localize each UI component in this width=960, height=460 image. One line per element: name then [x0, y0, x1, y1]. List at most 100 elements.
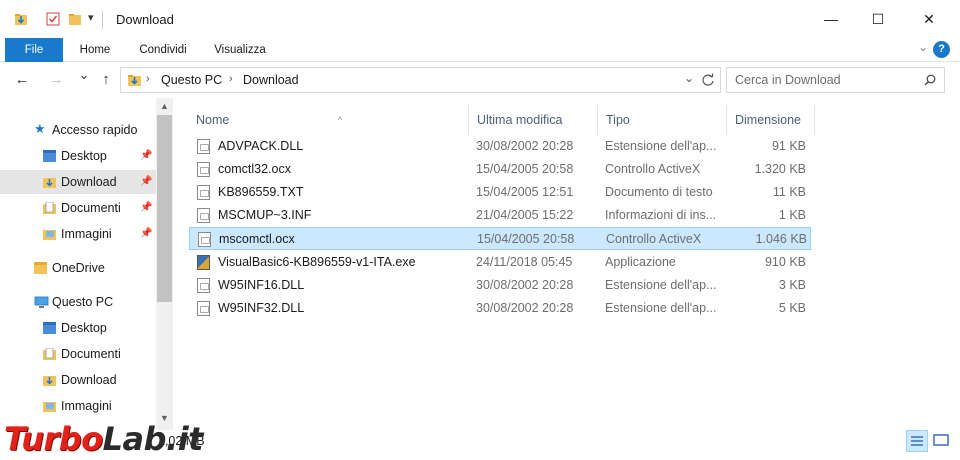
file-name: KB896559.TXT	[218, 185, 304, 199]
nav-pane-scrollbar[interactable]: ▲ ▼	[156, 98, 173, 430]
star-icon: ★	[34, 121, 46, 136]
file-name: ADVPACK.DLL	[218, 139, 304, 153]
desktop-folder-icon	[43, 322, 56, 334]
column-header-nome[interactable]: ^ Nome	[188, 105, 469, 135]
nav-item-onedrive[interactable]: OneDrive	[0, 256, 156, 280]
title-separator	[102, 11, 103, 29]
pin-icon[interactable]: 📌	[140, 170, 152, 194]
file-row-selected[interactable]: mscomctl.ocx 15/04/2005 20:58 Controllo …	[189, 227, 811, 250]
nav-item-download[interactable]: Download 📌	[0, 170, 156, 194]
file-name: mscomctl.ocx	[219, 232, 295, 246]
breadcrumb-download[interactable]: Download	[243, 73, 299, 87]
dll-file-icon	[197, 139, 210, 154]
column-header-ultima-modifica[interactable]: Ultima modifica	[469, 105, 598, 135]
refresh-icon[interactable]	[701, 73, 715, 87]
text-file-icon	[197, 185, 210, 200]
nav-item-questo-pc[interactable]: Questo PC	[0, 290, 156, 314]
watermark-part2: Lab.it	[102, 420, 204, 458]
pin-icon[interactable]: 📌	[140, 196, 152, 220]
new-folder-icon[interactable]	[68, 12, 82, 26]
breadcrumb-separator-icon[interactable]: ›	[229, 73, 233, 85]
breadcrumb-separator-icon[interactable]: ›	[146, 73, 150, 85]
watermark-part1: Turbo	[4, 420, 103, 458]
nav-item-immagini[interactable]: Immagini 📌	[0, 222, 156, 246]
tab-condividi[interactable]: Condividi	[132, 38, 194, 62]
nav-item-label: Immagini	[61, 227, 112, 241]
help-button[interactable]: ?	[933, 41, 950, 58]
tab-home[interactable]: Home	[72, 38, 118, 62]
ocx-file-icon	[198, 232, 211, 247]
search-input[interactable]	[735, 69, 915, 91]
folder-download-icon[interactable]	[14, 12, 28, 26]
file-type: Applicazione	[605, 255, 676, 269]
exe-file-icon	[197, 255, 210, 270]
inf-file-icon	[197, 208, 210, 223]
file-name: W95INF32.DLL	[218, 301, 305, 315]
download-folder-icon	[43, 376, 56, 386]
ribbon-tabs: File Home Condividi Visualizza ⌄ ?	[0, 38, 960, 62]
expand-ribbon-chevron-icon[interactable]: ⌄	[918, 40, 928, 54]
ocx-file-icon	[197, 162, 210, 177]
scroll-up-icon[interactable]: ▲	[156, 98, 173, 115]
nav-item-accesso-rapido[interactable]: ★ Accesso rapido	[0, 118, 156, 142]
window-title: Download	[116, 12, 174, 27]
search-box[interactable]	[726, 67, 945, 93]
file-row[interactable]: W95INF32.DLL 30/08/2002 20:28 Estensione…	[189, 297, 811, 320]
up-button[interactable]: ↑	[96, 71, 116, 88]
pictures-folder-icon	[43, 402, 56, 412]
file-row[interactable]: KB896559.TXT 15/04/2005 12:51 Documento …	[189, 181, 811, 204]
address-bar[interactable]: › Questo PC › Download ⌄	[120, 67, 721, 93]
tab-visualizza[interactable]: Visualizza	[208, 38, 272, 62]
back-button[interactable]: ←	[12, 71, 32, 88]
file-modified: 15/04/2005 12:51	[476, 185, 574, 199]
scrollbar-thumb[interactable]	[157, 115, 172, 302]
file-name: comctl32.ocx	[218, 162, 291, 176]
file-row[interactable]: MSCMUP~3.INF 21/04/2005 15:22 Informazio…	[189, 204, 811, 227]
forward-button[interactable]: →	[46, 71, 66, 88]
customize-quick-access-icon[interactable]: ▾	[88, 11, 102, 25]
file-modified: 30/08/2002 20:28	[476, 278, 574, 292]
tab-file[interactable]: File	[5, 38, 63, 62]
file-size: 1.320 KB	[754, 162, 806, 176]
file-row[interactable]: VisualBasic6-KB896559-v1-ITA.exe 24/11/2…	[189, 251, 811, 274]
nav-item-download-pc[interactable]: Download	[0, 368, 156, 392]
properties-check-icon[interactable]	[46, 12, 60, 26]
file-row[interactable]: W95INF16.DLL 30/08/2002 20:28 Estensione…	[189, 274, 811, 297]
file-modified: 30/08/2002 20:28	[476, 139, 574, 153]
column-header-tipo[interactable]: Tipo	[598, 105, 727, 135]
file-type: Estensione dell'ap...	[605, 139, 717, 153]
minimize-button[interactable]: —	[808, 0, 854, 38]
nav-item-label: Desktop	[61, 149, 107, 163]
details-view-icon	[911, 436, 923, 446]
details-view-button[interactable]	[906, 430, 928, 452]
maximize-button[interactable]: ☐	[855, 0, 901, 38]
file-row[interactable]: ADVPACK.DLL 30/08/2002 20:28 Estensione …	[189, 135, 811, 158]
nav-item-immagini-pc[interactable]: Immagini	[0, 394, 156, 418]
column-header-dimensione[interactable]: Dimensione	[727, 105, 815, 135]
pin-icon[interactable]: 📌	[140, 144, 152, 168]
nav-item-label: Download	[61, 175, 117, 189]
close-button[interactable]: ✕	[906, 0, 952, 38]
file-type: Documento di testo	[605, 185, 713, 199]
file-modified: 15/04/2005 20:58	[476, 162, 574, 176]
nav-item-desktop-pc[interactable]: Desktop	[0, 316, 156, 340]
nav-item-documenti-pc[interactable]: Documenti	[0, 342, 156, 366]
download-folder-icon	[128, 75, 141, 86]
file-list: ^ Nome Ultima modifica Tipo Dimensione A…	[174, 98, 960, 430]
search-icon[interactable]	[924, 74, 936, 86]
nav-item-documenti[interactable]: Documenti 📌	[0, 196, 156, 220]
nav-item-desktop[interactable]: Desktop 📌	[0, 144, 156, 168]
breadcrumb-questo-pc[interactable]: Questo PC	[161, 73, 222, 87]
address-dropdown-icon[interactable]: ⌄	[684, 71, 694, 85]
address-bar-row: ← → ⌄ ↑ › Questo PC › Download ⌄	[0, 62, 960, 98]
recent-locations-button[interactable]: ⌄	[74, 67, 94, 83]
nav-item-label: Desktop	[61, 321, 107, 335]
nav-item-label: Documenti	[61, 347, 121, 361]
file-modified: 30/08/2002 20:28	[476, 301, 574, 315]
pin-icon[interactable]: 📌	[140, 222, 152, 246]
column-header-label: Tipo	[606, 113, 630, 127]
file-name: MSCMUP~3.INF	[218, 208, 312, 222]
file-row[interactable]: comctl32.ocx 15/04/2005 20:58 Controllo …	[189, 158, 811, 181]
large-icons-view-button[interactable]	[931, 430, 953, 452]
dll-file-icon	[197, 278, 210, 293]
